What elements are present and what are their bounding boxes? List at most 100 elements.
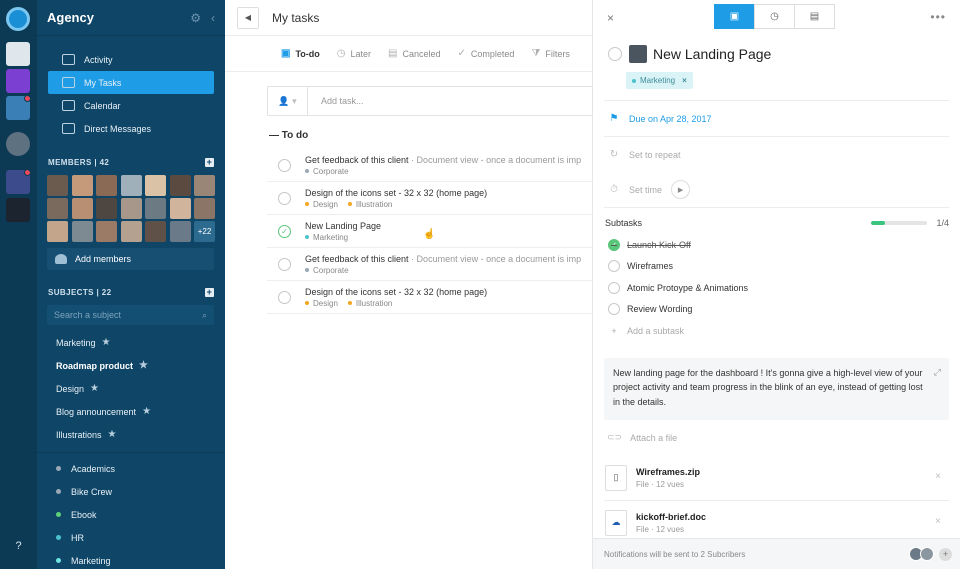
member-avatar[interactable]: [96, 198, 117, 219]
member-avatar[interactable]: [120, 175, 142, 196]
help-button[interactable]: ?: [0, 540, 37, 552]
app-logo[interactable]: [6, 7, 30, 31]
member-avatar[interactable]: [71, 221, 93, 242]
file-item[interactable]: ▯ Wireframes.zip File · 12 vues ×: [593, 456, 960, 500]
task-checkbox[interactable]: [278, 290, 291, 304]
subscriber-avatar[interactable]: [920, 547, 934, 561]
assignee-picker[interactable]: 👤 ▾: [268, 87, 308, 115]
subject-item[interactable]: Blog announcement ★: [37, 400, 225, 423]
add-subject-icon[interactable]: +: [205, 287, 214, 297]
tab-filters[interactable]: ⧩ Filters: [531, 48, 569, 59]
tab-completed[interactable]: ✓ Completed: [458, 48, 515, 59]
subtask-item[interactable]: ✓ Launch Kick-Off: [593, 234, 960, 256]
repeat-row[interactable]: ↻ Set to repeat: [593, 137, 960, 172]
member-avatar[interactable]: [96, 175, 117, 196]
task-row[interactable]: Design of the icons set - 32 x 32 (home …: [267, 281, 593, 314]
time-row[interactable]: ⏱ Set time ▶: [593, 172, 960, 207]
project-item[interactable]: HR: [37, 526, 225, 549]
task-checkbox[interactable]: [278, 257, 291, 271]
member-avatar[interactable]: [169, 175, 191, 196]
add-member-icon[interactable]: +: [205, 157, 214, 167]
nav-item[interactable]: My Tasks: [48, 71, 214, 94]
attach-file-button[interactable]: ⊂⊃ Attach a file: [593, 420, 960, 456]
subtask-item[interactable]: Review Wording: [593, 299, 960, 321]
subtask-checkbox[interactable]: [608, 260, 620, 273]
play-icon[interactable]: ▶: [671, 180, 691, 199]
close-icon[interactable]: ×: [607, 11, 614, 25]
task-checkbox[interactable]: [278, 191, 291, 205]
subtask-item[interactable]: Atomic Protoype & Animations: [593, 277, 960, 299]
member-avatar[interactable]: [120, 198, 142, 219]
project-item[interactable]: Marketing: [37, 549, 225, 569]
due-date-row[interactable]: ⚑ Due on Apr 28, 2017: [593, 101, 960, 136]
project-item[interactable]: Bike Crew: [37, 480, 225, 503]
member-avatar[interactable]: [169, 221, 191, 242]
gear-icon[interactable]: ⚙: [190, 11, 201, 25]
inbox-view-button[interactable]: ▣: [714, 4, 755, 29]
member-avatar[interactable]: [47, 175, 68, 196]
star-icon[interactable]: ★: [139, 360, 148, 371]
member-avatar[interactable]: [145, 221, 166, 242]
task-checkbox[interactable]: ✓: [278, 224, 291, 238]
more-icon[interactable]: •••: [930, 10, 946, 24]
workspace-6[interactable]: [6, 198, 30, 222]
task-checkbox[interactable]: [278, 158, 291, 172]
member-avatar[interactable]: [194, 175, 215, 196]
group-title[interactable]: — To do: [269, 130, 592, 141]
subtask-checkbox[interactable]: [608, 303, 620, 316]
task-row[interactable]: Design of the icons set - 32 x 32 (home …: [267, 182, 593, 215]
workspace-3[interactable]: [6, 96, 30, 120]
nav-item[interactable]: Calendar: [48, 94, 214, 117]
subject-item[interactable]: Marketing ★: [37, 331, 225, 354]
tab-later[interactable]: ◷ Later: [337, 48, 371, 59]
member-avatar[interactable]: [145, 198, 166, 219]
remove-file-icon[interactable]: ×: [935, 516, 941, 527]
subject-item[interactable]: Roadmap product ★: [37, 354, 225, 377]
add-subscriber-icon[interactable]: +: [939, 547, 952, 561]
subtask-item[interactable]: Wireframes: [593, 256, 960, 278]
tab-canceled[interactable]: ▤ Canceled: [388, 48, 440, 59]
subtask-checkbox[interactable]: [608, 281, 620, 294]
subject-item[interactable]: Design ★: [37, 377, 225, 400]
task-description[interactable]: New landing page for the dashboard ! It'…: [604, 357, 949, 420]
member-avatar[interactable]: [194, 198, 215, 219]
task-title[interactable]: New Landing Page: [653, 46, 771, 62]
task-row[interactable]: Get feedback of this client · Document v…: [267, 149, 593, 182]
workspace-4[interactable]: [6, 132, 30, 156]
member-avatar[interactable]: [120, 221, 142, 242]
tag-marketing[interactable]: Marketing ×: [626, 72, 693, 89]
star-icon[interactable]: ★: [142, 406, 151, 417]
member-avatar[interactable]: [96, 221, 117, 242]
member-avatar[interactable]: [71, 198, 93, 219]
archive-view-button[interactable]: ▤: [794, 4, 835, 29]
more-members-badge[interactable]: +22: [194, 221, 215, 242]
nav-item[interactable]: Direct Messages: [48, 117, 214, 140]
tab-todo[interactable]: ▣ To-do: [281, 48, 320, 59]
workspace-1[interactable]: [6, 42, 30, 66]
member-avatar[interactable]: [47, 198, 68, 219]
star-icon[interactable]: ★: [102, 337, 111, 348]
project-item[interactable]: Academics: [37, 457, 225, 480]
member-avatar[interactable]: [71, 175, 93, 196]
back-button[interactable]: ◀: [237, 6, 259, 29]
assignee-avatar[interactable]: [629, 45, 647, 63]
complete-checkbox[interactable]: [608, 47, 622, 61]
member-avatar[interactable]: [145, 175, 166, 196]
workspace-5[interactable]: [6, 170, 30, 194]
add-subtask-button[interactable]: + Add a subtask: [593, 320, 960, 342]
member-avatar[interactable]: [169, 198, 191, 219]
member-avatar[interactable]: [47, 221, 68, 242]
subject-search-input[interactable]: Search a subject ⌕: [47, 305, 214, 325]
star-icon[interactable]: ★: [108, 429, 117, 440]
star-icon[interactable]: ★: [90, 383, 99, 394]
subject-item[interactable]: Illustrations ★: [37, 423, 225, 446]
nav-item[interactable]: Activity: [48, 48, 214, 71]
clock-view-button[interactable]: ◷: [754, 4, 795, 29]
expand-icon[interactable]: ⤢: [934, 365, 941, 380]
task-row[interactable]: ✓ New Landing Page Marketing ☝: [267, 215, 593, 248]
add-members-button[interactable]: Add members: [47, 248, 214, 270]
project-item[interactable]: Ebook: [37, 503, 225, 526]
workspace-2[interactable]: [6, 69, 30, 93]
remove-tag-icon[interactable]: ×: [682, 76, 687, 85]
task-row[interactable]: Get feedback of this client · Document v…: [267, 248, 593, 281]
